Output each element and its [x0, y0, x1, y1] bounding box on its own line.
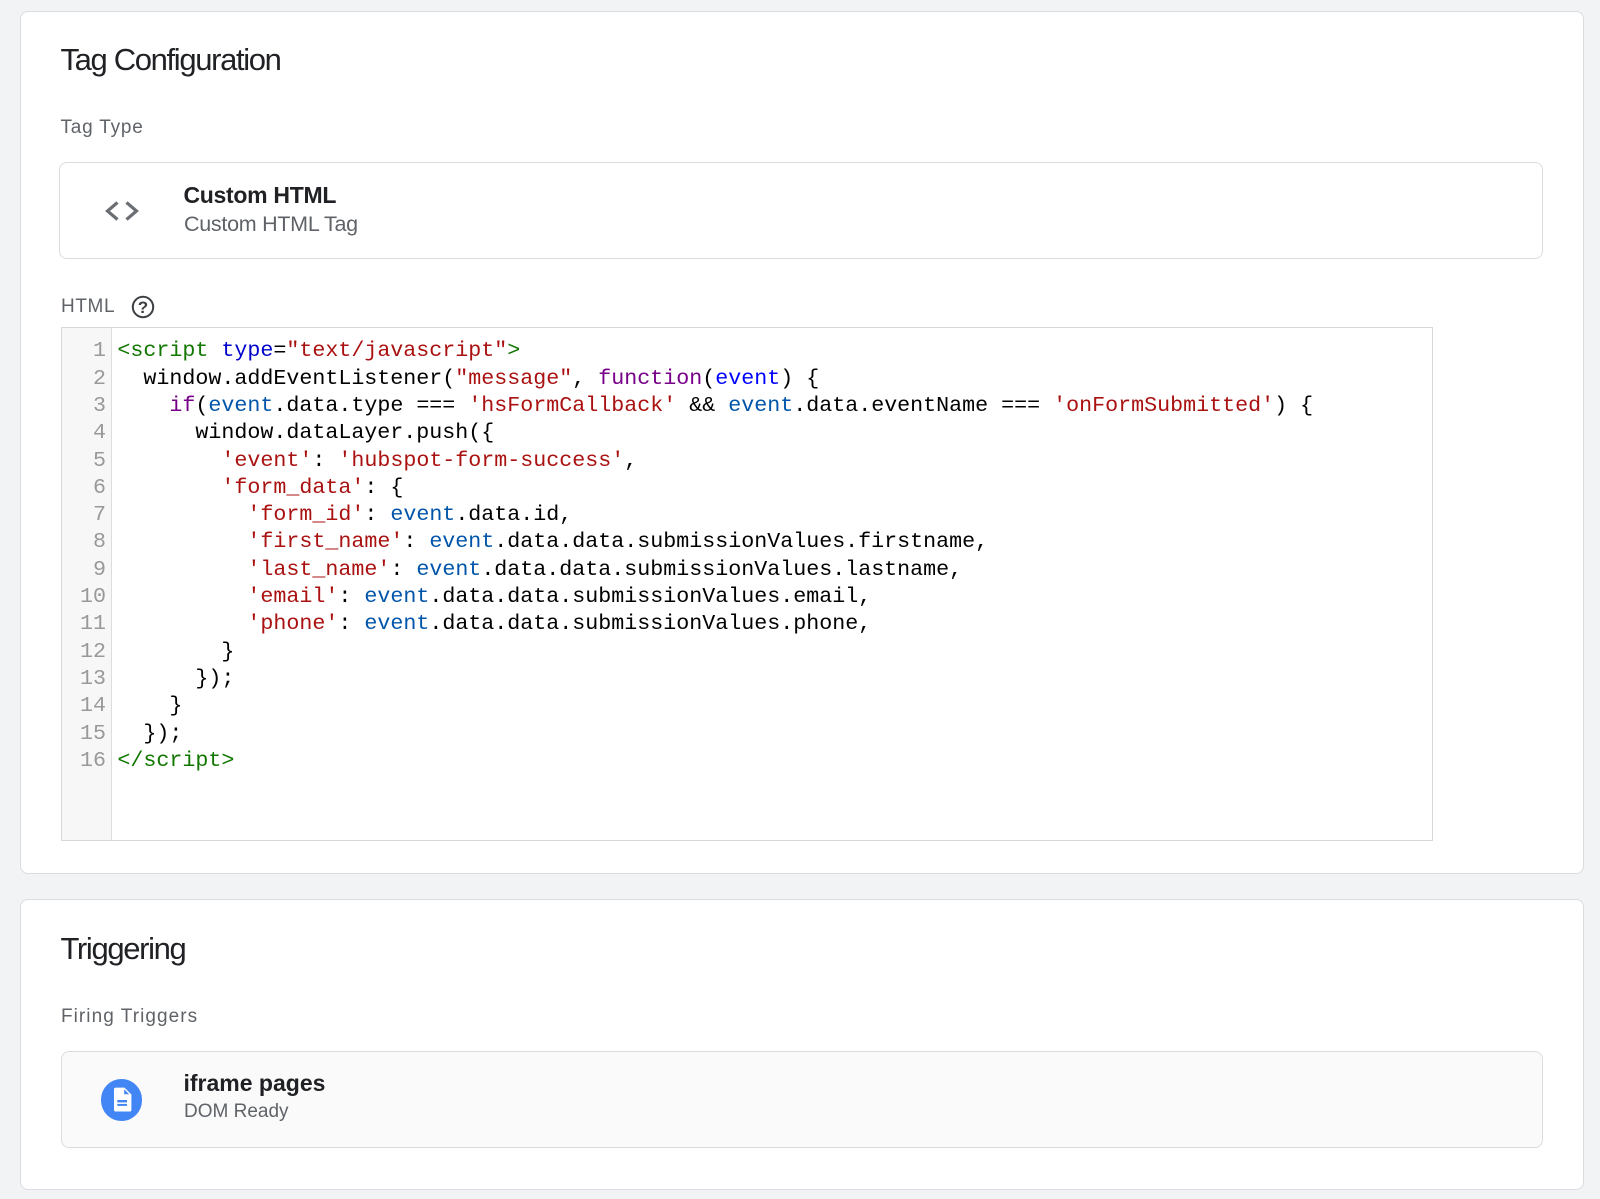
- svg-text:?: ?: [138, 298, 148, 317]
